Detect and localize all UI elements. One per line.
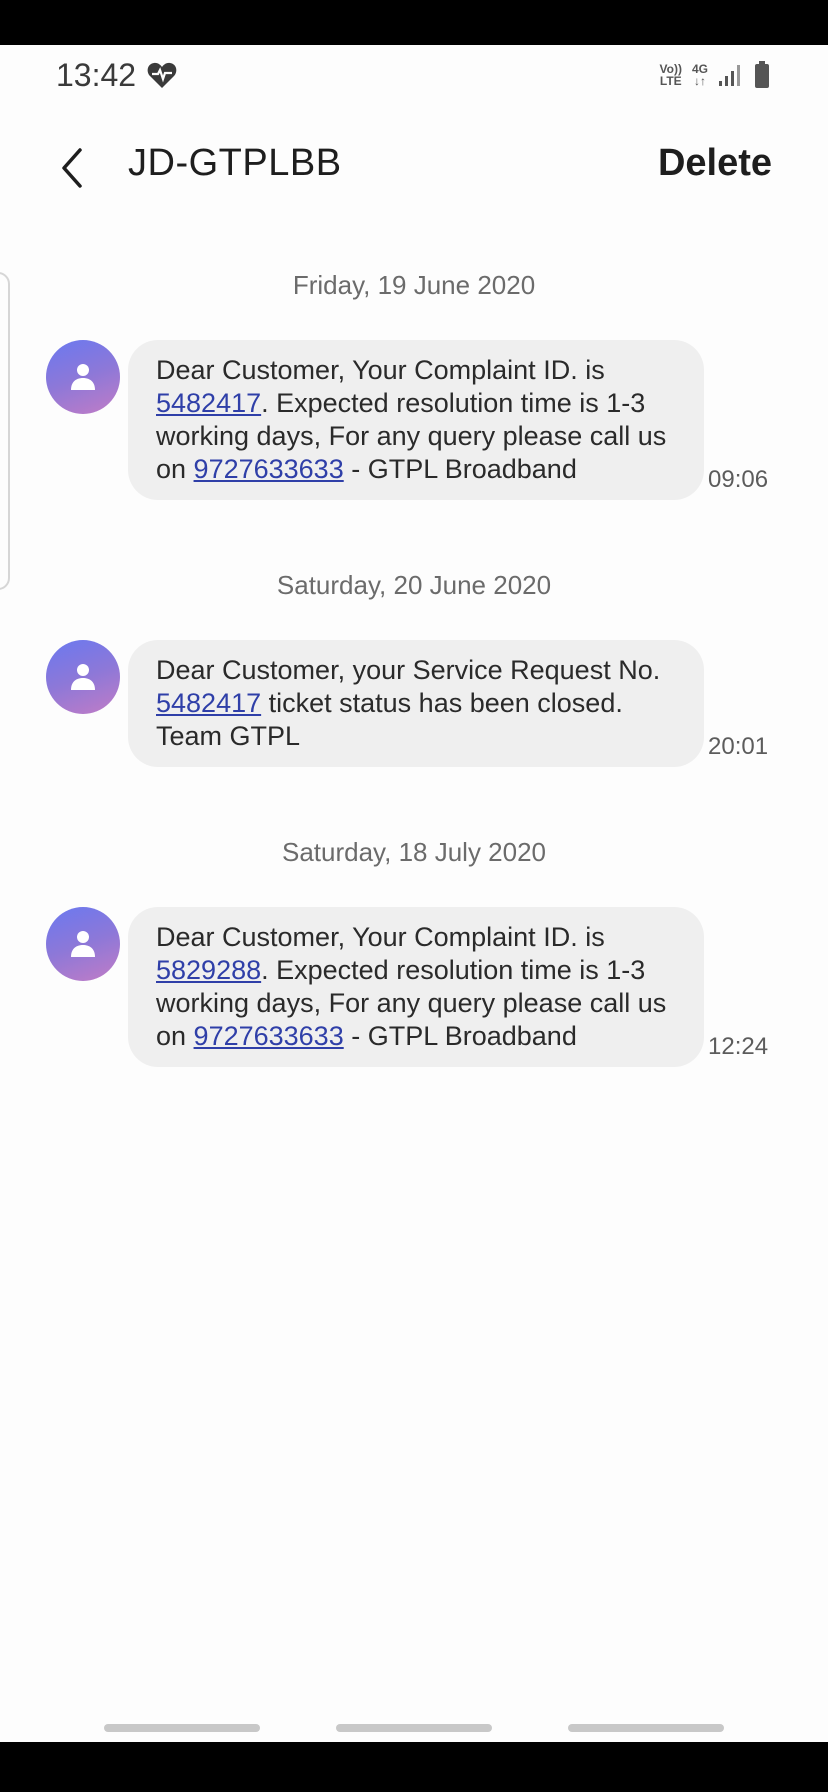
back-button[interactable] <box>50 144 94 192</box>
volte-indicator: Vo)) LTE <box>660 63 682 87</box>
message-bubble[interactable]: Dear Customer, Your Complaint ID. is 582… <box>128 907 704 1067</box>
health-heart-icon <box>147 62 177 88</box>
message-link[interactable]: 5482417 <box>156 688 261 718</box>
volte-bottom-label: LTE <box>659 74 682 88</box>
message-text: - GTPL Broadband <box>343 1021 577 1051</box>
message-link[interactable]: 5482417 <box>156 388 261 418</box>
message-timestamp: 09:06 <box>708 466 769 493</box>
navigation-bar <box>0 1712 828 1740</box>
status-right: Vo)) LTE 4G ↓↑ <box>660 61 770 89</box>
chevron-left-icon <box>62 148 82 188</box>
signal-strength-icon <box>719 65 740 86</box>
bottom-bezel <box>0 1742 828 1792</box>
battery-icon <box>755 61 769 88</box>
recent-apps-button[interactable] <box>104 1724 260 1732</box>
message-timestamp: 12:24 <box>708 1033 769 1060</box>
sender-avatar[interactable] <box>46 640 120 714</box>
network-activity-label: ↓↑ <box>693 74 706 88</box>
network-type-indicator: 4G ↓↑ <box>692 63 708 87</box>
date-divider: Saturday, 20 June 2020 <box>276 570 552 600</box>
scroll-handle[interactable] <box>0 272 10 590</box>
status-clock: 13:42 <box>56 56 137 93</box>
message-link[interactable]: 9727633633 <box>194 454 344 484</box>
camera-cutout-bar <box>0 0 828 45</box>
message-timestamp: 20:01 <box>708 733 769 760</box>
status-bar: 13:42 Vo)) LTE 4G ↓↑ <box>0 45 828 105</box>
message-link[interactable]: 5829288 <box>156 955 261 985</box>
message-text: Dear Customer, Your Complaint ID. is <box>156 922 605 952</box>
home-button[interactable] <box>336 1724 492 1732</box>
message-bubble[interactable]: Dear Customer, Your Complaint ID. is 548… <box>128 340 704 500</box>
message-text: Dear Customer, your Service Request No. <box>156 655 661 685</box>
date-divider: Saturday, 18 July 2020 <box>281 837 547 867</box>
message-bubble[interactable]: Dear Customer, your Service Request No. … <box>128 640 704 767</box>
status-left: 13:42 <box>56 57 178 94</box>
sender-avatar[interactable] <box>46 340 120 414</box>
message-link[interactable]: 9727633633 <box>194 1021 344 1051</box>
person-icon <box>71 664 95 690</box>
contact-title: JD-GTPLBB <box>128 142 342 184</box>
conversation-header: JD-GTPLBB Delete <box>0 120 828 214</box>
back-nav-button[interactable] <box>568 1724 724 1732</box>
person-icon <box>71 364 95 390</box>
sender-avatar[interactable] <box>46 907 120 981</box>
message-text: - GTPL Broadband <box>343 454 577 484</box>
message-text: Dear Customer, Your Complaint ID. is <box>156 355 605 385</box>
person-icon <box>71 931 95 957</box>
delete-button[interactable]: Delete <box>658 142 772 185</box>
date-divider: Friday, 19 June 2020 <box>292 270 536 300</box>
